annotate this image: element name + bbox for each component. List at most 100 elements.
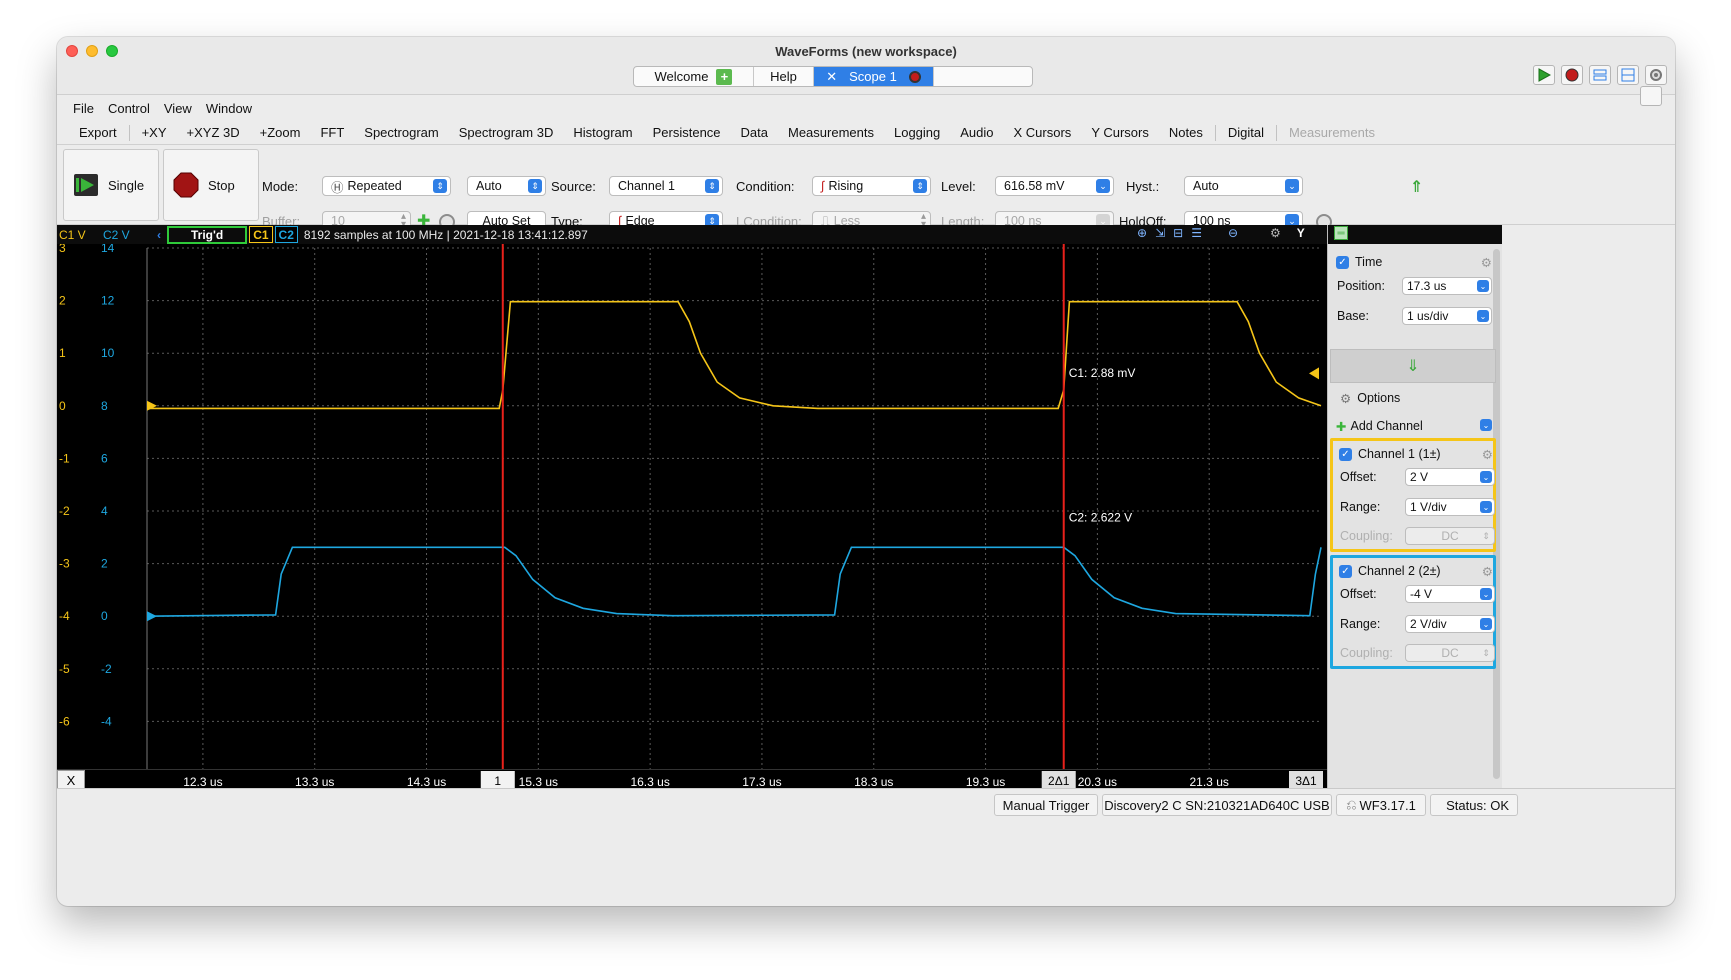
- source-select[interactable]: Channel 1 ⇕: [609, 176, 723, 196]
- toolbar-y-cursors[interactable]: Y Cursors: [1081, 125, 1159, 140]
- level-label: Level:: [941, 179, 976, 194]
- device-info[interactable]: Discovery2 C SN:210321AD640C USB: [1102, 794, 1332, 816]
- toolbar-audio[interactable]: Audio: [950, 125, 1003, 140]
- toolbar-zoom[interactable]: +Zoom: [250, 125, 311, 140]
- condition-label: Condition:: [736, 179, 795, 194]
- rising-edge-icon: ∫: [821, 179, 825, 193]
- tab-welcome[interactable]: Welcome +: [634, 67, 754, 86]
- c1-axis-tick-label: -5: [59, 662, 70, 676]
- layout-split-button[interactable]: [1617, 65, 1639, 85]
- chevron-down-icon: ⌄: [1480, 618, 1492, 630]
- c1-axis-tick-label: 1: [59, 346, 66, 360]
- menu-control[interactable]: Control: [108, 101, 150, 116]
- collapse-panel-icon[interactable]: ═: [1334, 226, 1348, 240]
- toolbar-measurements[interactable]: Measurements: [778, 125, 884, 140]
- tab-scope-1[interactable]: ✕ Scope 1: [814, 67, 934, 86]
- toolbar-logging[interactable]: Logging: [884, 125, 950, 140]
- add-channel-row[interactable]: ✚ Add Channel ⌄: [1332, 415, 1492, 439]
- level-input[interactable]: 616.58 mV ⌄: [995, 176, 1114, 196]
- c2-axis-tick-label: 8: [101, 399, 108, 413]
- add-tab-icon[interactable]: +: [716, 68, 733, 85]
- hcursor-tool-icon[interactable]: ⊟: [1173, 226, 1183, 240]
- menu-view[interactable]: View: [164, 101, 192, 116]
- cursor-tool-icon[interactable]: ⇲: [1155, 226, 1165, 240]
- gear-icon[interactable]: ⚙: [1482, 564, 1493, 579]
- vcursor-tool-icon[interactable]: ☰: [1191, 226, 1202, 240]
- condition-select[interactable]: ∫ Rising ⇕: [812, 176, 931, 196]
- toolbar-digital[interactable]: Digital: [1218, 125, 1274, 140]
- channel-2-coupling-row: Coupling: DC ⇕: [1335, 642, 1495, 664]
- manual-trigger-button[interactable]: Manual Trigger: [994, 794, 1098, 816]
- toolbar-histogram[interactable]: Histogram: [563, 125, 642, 140]
- c2-axis-tick-label: 2: [101, 557, 108, 571]
- toolbar-data[interactable]: Data: [731, 125, 778, 140]
- arrow-up-icon[interactable]: ⇑: [1410, 177, 1423, 197]
- tab-help[interactable]: Help: [754, 67, 814, 86]
- trigger-auto-select[interactable]: Auto ⇕: [467, 176, 546, 196]
- time-checkbox[interactable]: ✓: [1336, 255, 1349, 269]
- toolbar-xy[interactable]: +XY: [132, 125, 177, 140]
- toolbar-divider: [1275, 124, 1277, 141]
- position-row: Position: 17.3 us ⌄: [1332, 275, 1492, 297]
- hyst-select[interactable]: Auto ⌄: [1184, 176, 1303, 196]
- status-indicator[interactable]: Status: OK: [1430, 794, 1518, 816]
- zoom-out-icon[interactable]: ⊖: [1228, 226, 1238, 240]
- channel-2-offset-row: Offset: -4 V ⌄: [1335, 583, 1495, 605]
- run-button[interactable]: [1533, 65, 1555, 85]
- y-axis-toggle[interactable]: Y: [1297, 226, 1305, 240]
- c1-badge[interactable]: C1: [249, 226, 273, 243]
- channel-1-checkbox[interactable]: ✓: [1339, 447, 1352, 461]
- gear-icon[interactable]: ⚙: [1482, 447, 1493, 462]
- channel-2-checkbox[interactable]: ✓: [1339, 564, 1352, 578]
- channel-2-range-input[interactable]: 2 V/div ⌄: [1405, 615, 1495, 633]
- layout-tabs-button[interactable]: [1589, 65, 1611, 85]
- toolbar-spectrogram-3d[interactable]: Spectrogram 3D: [449, 125, 564, 140]
- c2-badge[interactable]: C2: [274, 226, 298, 243]
- condition-value: Rising: [828, 179, 864, 193]
- stop-acquisition-button[interactable]: Stop: [163, 149, 259, 221]
- toolbar-x-cursors[interactable]: X Cursors: [1004, 125, 1082, 140]
- restore-panel-button[interactable]: [1640, 86, 1662, 106]
- chevron-left-icon[interactable]: ‹: [157, 228, 161, 242]
- close-tab-icon[interactable]: ✕: [826, 69, 837, 85]
- menu-window[interactable]: Window: [206, 101, 252, 116]
- menu-file[interactable]: File: [73, 101, 94, 116]
- channel-1-offset-input[interactable]: 2 V ⌄: [1405, 468, 1495, 486]
- toolbar-fft[interactable]: FFT: [310, 125, 354, 140]
- mode-icon: Ⓗ: [331, 180, 344, 195]
- toolbar-xyz-3d[interactable]: +XYZ 3D: [177, 125, 250, 140]
- zoom-in-icon[interactable]: ⊕: [1137, 226, 1147, 240]
- gear-icon[interactable]: ⚙: [1481, 255, 1492, 270]
- chevron-down-icon: ⌄: [1285, 179, 1299, 193]
- c1-axis-tick-label: 2: [59, 294, 66, 308]
- toolbar-persistence[interactable]: Persistence: [643, 125, 731, 140]
- toolbar-notes[interactable]: Notes: [1159, 125, 1213, 140]
- device-label: Discovery2 C SN:210321AD640C USB: [1104, 797, 1330, 813]
- version-info[interactable]: ⎌ WF3.17.1: [1336, 794, 1426, 816]
- expand-time-options-button[interactable]: ⇓: [1330, 349, 1496, 383]
- x-axis-tick-label: 18.3 us: [854, 775, 893, 789]
- window-tool-icons: [1533, 65, 1667, 85]
- toolbar-export[interactable]: Export: [69, 125, 127, 140]
- chevron-down-icon: ⌄: [1480, 419, 1492, 431]
- settings-button[interactable]: [1645, 65, 1667, 85]
- base-input[interactable]: 1 us/div ⌄: [1402, 307, 1492, 325]
- channel-1-range-input[interactable]: 1 V/div ⌄: [1405, 498, 1495, 516]
- position-input[interactable]: 17.3 us ⌄: [1402, 277, 1492, 295]
- add-channel-dropdown[interactable]: ⌄: [1478, 417, 1492, 435]
- c1-zero-marker: [147, 400, 157, 411]
- single-button[interactable]: Single: [63, 149, 159, 221]
- single-run-icon: [74, 174, 98, 196]
- stepper-icon: ⇕: [1482, 647, 1490, 658]
- single-label: Single: [108, 177, 145, 193]
- toolbar-spectrogram[interactable]: Spectrogram: [354, 125, 448, 140]
- c2-trace: [146, 546, 1322, 617]
- options-row[interactable]: ⚙ Options: [1332, 387, 1492, 411]
- channel-2-offset-input[interactable]: -4 V ⌄: [1405, 585, 1495, 603]
- waveform-area[interactable]: 3210-1-2-3-4-5-6-714121086420-2-4-6X1: 1…: [57, 244, 1327, 788]
- gear-icon: [1650, 69, 1662, 81]
- channel-1-title: Channel 1 (1±): [1358, 447, 1441, 461]
- stop-button[interactable]: [1561, 65, 1583, 85]
- mode-select[interactable]: Ⓗ Repeated ⇕: [322, 176, 451, 196]
- gear-icon[interactable]: ⚙: [1270, 226, 1281, 240]
